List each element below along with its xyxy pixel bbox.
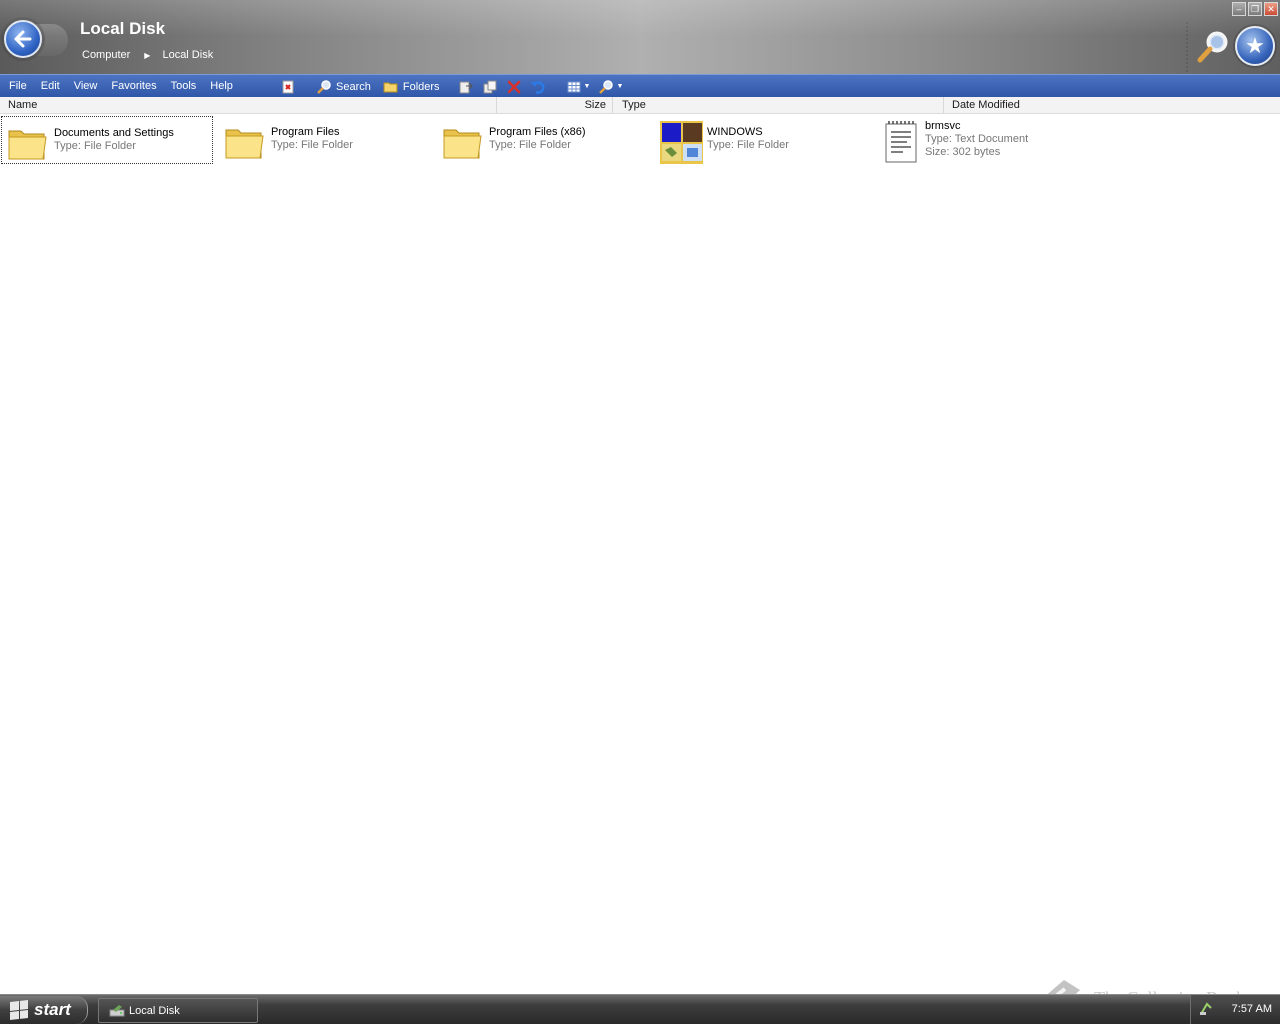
item-type: Type: File Folder	[707, 139, 789, 151]
menu-favorites[interactable]: Favorites	[104, 76, 163, 97]
folder-icon	[225, 129, 264, 159]
start-label: start	[34, 1000, 71, 1019]
toolbar-divider	[1186, 22, 1188, 72]
item-size: Size: 302 bytes	[925, 146, 1001, 158]
column-header: Name Size Type Date Modified	[0, 97, 1280, 114]
find-icon	[599, 79, 614, 94]
item-text: Documents and Settings Type: File Folder	[54, 127, 174, 153]
breadcrumb-arrow-icon[interactable]: ▶	[144, 51, 150, 60]
breadcrumb-local-disk[interactable]: Local Disk	[162, 49, 213, 61]
find-button[interactable]: ▼	[594, 76, 627, 97]
move-to-icon	[459, 81, 473, 93]
list-item[interactable]: Program Files Type: File Folder	[219, 116, 431, 164]
breadcrumb: Computer ▶ Local Disk	[82, 49, 213, 61]
file-list: Documents and Settings Type: File Folder…	[0, 114, 1280, 994]
menu-file[interactable]: File	[2, 76, 34, 97]
item-name: WINDOWS	[707, 126, 763, 138]
drive-icon	[109, 1004, 125, 1016]
copy-to-button[interactable]	[478, 76, 502, 97]
delete-icon	[507, 80, 520, 93]
restore-icon[interactable]: ❐	[1248, 2, 1262, 16]
item-name: Documents and Settings	[54, 127, 174, 139]
menu-tools[interactable]: Tools	[164, 76, 204, 97]
undo-icon	[530, 80, 545, 94]
menu-help[interactable]: Help	[203, 76, 240, 97]
item-text: brmsvc Type: Text Document Size: 302 byt…	[925, 120, 1028, 159]
undo-button[interactable]	[526, 76, 550, 97]
item-type: Type: File Folder	[489, 139, 571, 151]
menu-edit[interactable]: Edit	[34, 76, 67, 97]
views-button[interactable]: ▼	[562, 76, 595, 97]
windows-logo-icon	[10, 1000, 28, 1020]
star-icon: ★	[1245, 33, 1265, 58]
list-item[interactable]: Documents and Settings Type: File Folder	[1, 116, 213, 164]
folder-icon	[8, 130, 47, 160]
folders-icon	[383, 82, 398, 92]
search-button[interactable]: Search	[312, 76, 375, 97]
taskbar-button-label: Local Disk	[129, 1004, 180, 1017]
text-document-icon	[885, 121, 917, 163]
move-to-button[interactable]	[454, 76, 478, 97]
search-large-icon[interactable]	[1196, 28, 1232, 64]
window-controls: – ❐ ✕	[1232, 2, 1278, 16]
close-icon[interactable]: ✕	[1264, 2, 1278, 16]
list-item[interactable]: Program Files (x86) Type: File Folder	[437, 116, 649, 164]
column-name[interactable]: Name	[0, 97, 497, 113]
menu-view[interactable]: View	[67, 76, 105, 97]
taskbar-button-local-disk[interactable]: Local Disk	[98, 998, 258, 1023]
search-icon	[317, 79, 331, 94]
system-tray: 7:57 AM	[1190, 995, 1280, 1024]
column-size[interactable]: Size	[497, 97, 613, 113]
window-title: Local Disk	[80, 19, 166, 38]
column-date-modified[interactable]: Date Modified	[944, 97, 1280, 113]
item-name: Program Files	[271, 126, 340, 138]
network-icon[interactable]	[1199, 1002, 1213, 1016]
column-type[interactable]: Type	[614, 97, 944, 113]
item-text: Program Files (x86) Type: File Folder	[489, 126, 586, 152]
toolbar: Search Folders ▼ ▼	[276, 75, 627, 98]
copy-to-icon	[483, 80, 497, 93]
item-type: Type: File Folder	[54, 140, 136, 152]
folder-icon	[443, 129, 482, 159]
clock[interactable]: 7:57 AM	[1232, 1003, 1272, 1015]
windows-folder-icon	[660, 121, 703, 164]
stop-icon	[282, 80, 294, 93]
folders-button[interactable]: Folders	[379, 76, 444, 97]
explorer-window: Local Disk Computer ▶ Local Disk – ❐ ✕ ★…	[0, 0, 1280, 994]
back-button[interactable]	[4, 20, 42, 58]
favorites-star-button[interactable]: ★	[1235, 26, 1275, 66]
chevron-down-icon: ▼	[583, 83, 591, 90]
breadcrumb-computer[interactable]: Computer	[82, 49, 130, 61]
item-type: Type: File Folder	[271, 139, 353, 151]
item-name: Program Files (x86)	[489, 126, 586, 138]
folders-button-label: Folders	[402, 80, 440, 93]
list-item[interactable]: brmsvc Type: Text Document Size: 302 byt…	[873, 116, 1085, 164]
chevron-down-icon: ▼	[616, 83, 624, 90]
title-bar: Local Disk Computer ▶ Local Disk – ❐ ✕ ★	[0, 0, 1280, 74]
delete-button[interactable]	[502, 76, 526, 97]
menu-bar: File Edit View Favorites Tools Help Sear…	[0, 74, 1280, 97]
item-name: brmsvc	[925, 120, 961, 132]
stop-button[interactable]	[276, 76, 300, 97]
item-type: Type: Text Document	[925, 133, 1029, 145]
views-icon	[567, 81, 581, 92]
list-item[interactable]: WINDOWS Type: File Folder	[655, 116, 867, 164]
taskbar: start Local Disk 7:57 AM	[0, 994, 1280, 1024]
item-text: Program Files Type: File Folder	[271, 126, 353, 152]
item-text: WINDOWS Type: File Folder	[707, 126, 789, 152]
start-button[interactable]: start	[0, 996, 88, 1024]
minimize-icon[interactable]: –	[1232, 2, 1246, 16]
search-button-label: Search	[336, 80, 371, 93]
back-arrow-icon	[14, 30, 32, 48]
